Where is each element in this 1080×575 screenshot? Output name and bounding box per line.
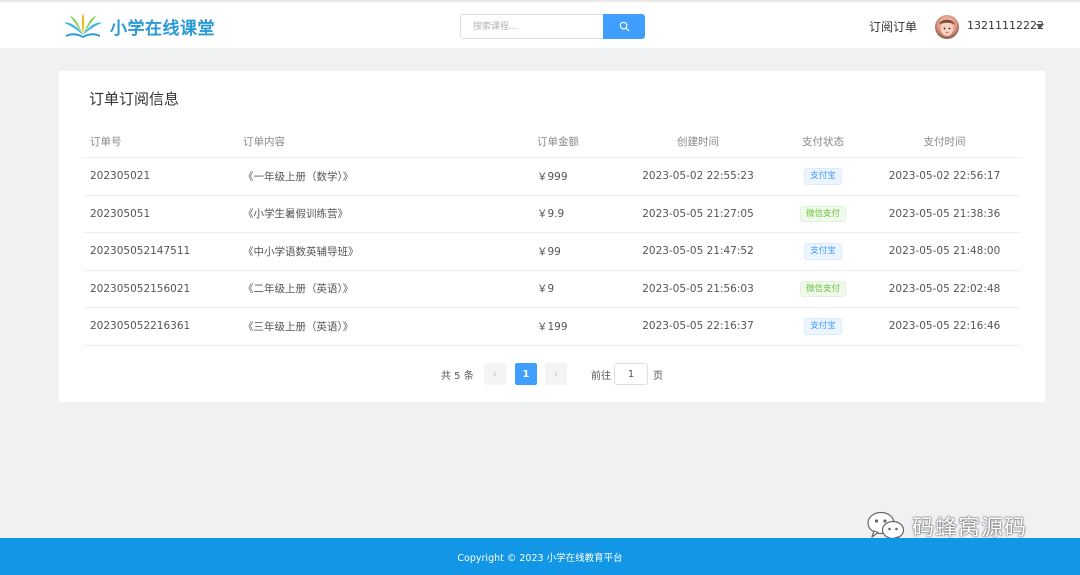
column-header-created: 创建时间 xyxy=(677,136,719,148)
prev-page-button[interactable]: ‹ xyxy=(484,363,506,385)
order-amount: ￥99 xyxy=(537,245,561,258)
table-row: 202305051 《小学生暑假训练营》 ￥9.9 2023-05-05 21:… xyxy=(83,196,1021,233)
status-badge: 支付宝 xyxy=(804,243,842,260)
goto-label: 前往 xyxy=(591,371,611,382)
order-content: 《三年级上册（英语）》 xyxy=(243,320,354,333)
logo-book-icon xyxy=(64,13,102,38)
search-bar xyxy=(460,14,645,39)
table-row: 202305052156021 《二年级上册（英语）》 ￥9 2023-05-0… xyxy=(83,271,1021,308)
goto-unit: 页 xyxy=(653,371,663,382)
order-paid-time: 2023-05-05 21:48:00 xyxy=(888,245,1001,258)
order-amount: ￥999 xyxy=(537,170,568,183)
order-paid-time: 2023-05-05 22:16:46 xyxy=(888,320,1001,333)
order-no: 202305052147511 xyxy=(90,245,191,258)
page-footer: Copyright © 2023 小学在线教育平台 xyxy=(0,538,1080,575)
order-amount: ￥199 xyxy=(537,320,568,333)
order-content: 《中小学语数英辅导班》 xyxy=(243,245,359,258)
order-no: 202305021 xyxy=(90,170,151,183)
order-content: 《小学生暑假训练营》 xyxy=(243,208,348,221)
order-amount: ￥9.9 xyxy=(537,208,565,221)
order-created: 2023-05-05 21:56:03 xyxy=(642,282,754,295)
chevron-down-icon[interactable] xyxy=(1036,24,1044,29)
order-no: 202305052156021 xyxy=(90,282,191,295)
goto-page-input[interactable] xyxy=(614,363,648,385)
search-icon xyxy=(619,21,629,32)
table-row: 202305052147511 《中小学语数英辅导班》 ￥99 2023-05-… xyxy=(83,233,1021,271)
pagination: 共 5 条 ‹ 1 › 前往 页 xyxy=(59,363,1045,385)
column-header-content: 订单内容 xyxy=(243,136,285,148)
chevron-right-icon: › xyxy=(554,368,558,380)
column-header-paid-time: 支付时间 xyxy=(923,136,966,148)
column-header-amount: 订单金额 xyxy=(537,136,579,148)
order-no: 202305052216361 xyxy=(90,320,191,333)
order-paid-time: 2023-05-02 22:56:17 xyxy=(888,170,1001,183)
column-header-pay-status: 支付状态 xyxy=(802,136,844,148)
search-button[interactable] xyxy=(603,14,645,39)
nav-subscribed-orders[interactable]: 订阅订单 xyxy=(869,18,917,35)
chevron-left-icon: ‹ xyxy=(493,368,497,380)
pagination-total: 共 5 条 xyxy=(441,371,474,382)
search-input[interactable] xyxy=(460,14,603,39)
order-amount: ￥9 xyxy=(537,283,555,296)
column-header-order-no: 订单号 xyxy=(90,136,122,148)
order-no: 202305051 xyxy=(90,207,151,220)
order-paid-time: 2023-05-05 22:02:48 xyxy=(888,282,1001,295)
next-page-button[interactable]: › xyxy=(545,363,567,385)
order-paid-time: 2023-05-05 21:38:36 xyxy=(888,207,1001,220)
top-header: 小学在线课堂 订阅订单 13211112222 xyxy=(0,0,1080,48)
order-created: 2023-05-02 22:55:23 xyxy=(642,170,754,183)
order-created: 2023-05-05 21:47:52 xyxy=(642,245,754,258)
footer-copyright: Copyright © 2023 小学在线教育平台 xyxy=(457,552,623,564)
order-created: 2023-05-05 22:16:37 xyxy=(642,320,754,333)
page-button-current[interactable]: 1 xyxy=(515,363,537,385)
table-header: 订单号 订单内容 订单金额 创建时间 支付状态 支付时间 xyxy=(83,126,1021,158)
page-title: 订单订阅信息 xyxy=(89,90,180,108)
status-badge: 微信支付 xyxy=(799,280,846,297)
username[interactable]: 13211112222 xyxy=(967,19,1044,32)
avatar-face-icon xyxy=(939,19,955,36)
order-content: 《一年级上册（数学）》 xyxy=(243,170,354,183)
order-content: 《二年级上册（英语）》 xyxy=(243,283,354,296)
site-logo[interactable]: 小学在线课堂 xyxy=(62,12,215,40)
status-badge: 支付宝 xyxy=(804,168,842,185)
status-badge: 支付宝 xyxy=(804,318,842,335)
status-badge: 微信支付 xyxy=(799,205,846,222)
avatar[interactable] xyxy=(935,15,959,39)
table-row: 202305052216361 《三年级上册（英语）》 ￥199 2023-05… xyxy=(83,308,1021,346)
logo-text: 小学在线课堂 xyxy=(110,18,215,39)
orders-card: 订单订阅信息 订单号 订单内容 订单金额 创建时间 支付状态 支付时间 2023… xyxy=(59,71,1045,402)
order-created: 2023-05-05 21:27:05 xyxy=(642,207,754,220)
table-row: 202305021 《一年级上册（数学）》 ￥999 2023-05-02 22… xyxy=(83,158,1021,196)
orders-table: 订单号 订单内容 订单金额 创建时间 支付状态 支付时间 202305021 《… xyxy=(83,126,1021,346)
